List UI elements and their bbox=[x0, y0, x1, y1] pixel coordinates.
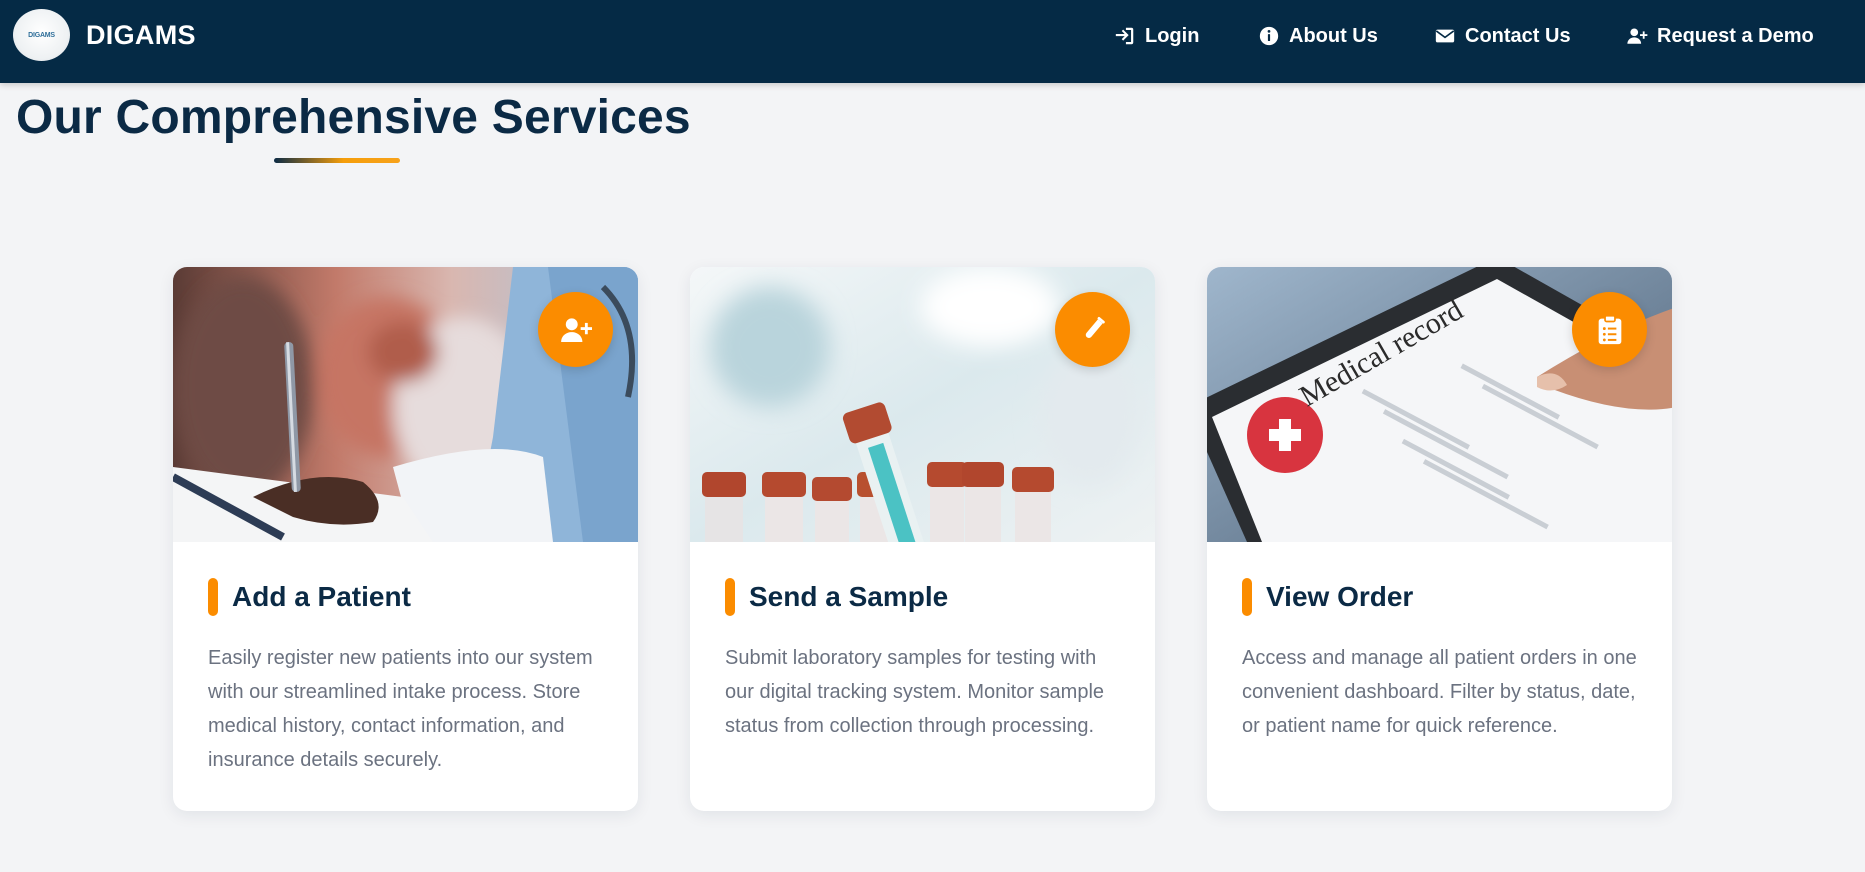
title-accent-bar bbox=[1242, 578, 1252, 616]
section-title: Our Comprehensive Services bbox=[16, 91, 691, 144]
nav-about-label: About Us bbox=[1289, 24, 1378, 47]
title-accent-bar bbox=[725, 578, 735, 616]
nav-request-demo-label: Request a Demo bbox=[1657, 24, 1814, 47]
user-plus-icon bbox=[1626, 25, 1648, 47]
card-description: Access and manage all patient orders in … bbox=[1242, 647, 1637, 737]
test-tube-icon bbox=[1055, 292, 1130, 367]
logo-text: DIGAMS bbox=[28, 31, 55, 39]
service-card-view-order[interactable]: Medical record View Order Access and man… bbox=[1207, 267, 1672, 811]
nav-contact-link[interactable]: Contact Us bbox=[1434, 22, 1571, 50]
nav-login-link[interactable]: Login bbox=[1114, 22, 1199, 50]
card-title-row: Send a Sample bbox=[725, 578, 948, 616]
clipboard-list-icon bbox=[1572, 292, 1647, 367]
service-card-send-sample[interactable]: Send a Sample Submit laboratory samples … bbox=[690, 267, 1155, 811]
card-title-row: View Order bbox=[1242, 578, 1413, 616]
card-title[interactable]: Add a Patient bbox=[232, 581, 411, 613]
envelope-icon bbox=[1434, 25, 1456, 47]
card-description: Easily register new patients into our sy… bbox=[208, 647, 593, 771]
brand-logo[interactable]: DIGAMS bbox=[13, 9, 70, 61]
card-title[interactable]: View Order bbox=[1266, 581, 1413, 613]
nav-contact-label: Contact Us bbox=[1465, 24, 1571, 47]
user-plus-icon bbox=[538, 292, 613, 367]
sign-in-icon bbox=[1114, 25, 1136, 47]
card-title[interactable]: Send a Sample bbox=[749, 581, 948, 613]
brand-name[interactable]: DIGAMS bbox=[86, 20, 196, 51]
title-underline bbox=[274, 158, 400, 163]
title-accent-bar bbox=[208, 578, 218, 616]
service-card-add-patient[interactable]: Add a Patient Easily register new patien… bbox=[173, 267, 638, 811]
nav-login-label: Login bbox=[1145, 24, 1200, 47]
top-navbar: DIGAMS DIGAMS Login About Us Contact Us … bbox=[0, 0, 1865, 83]
info-circle-icon bbox=[1258, 25, 1280, 47]
card-title-row: Add a Patient bbox=[208, 578, 411, 616]
nav-request-demo-link[interactable]: Request a Demo bbox=[1626, 22, 1814, 50]
nav-about-link[interactable]: About Us bbox=[1258, 22, 1378, 50]
card-description: Submit laboratory samples for testing wi… bbox=[725, 647, 1105, 737]
